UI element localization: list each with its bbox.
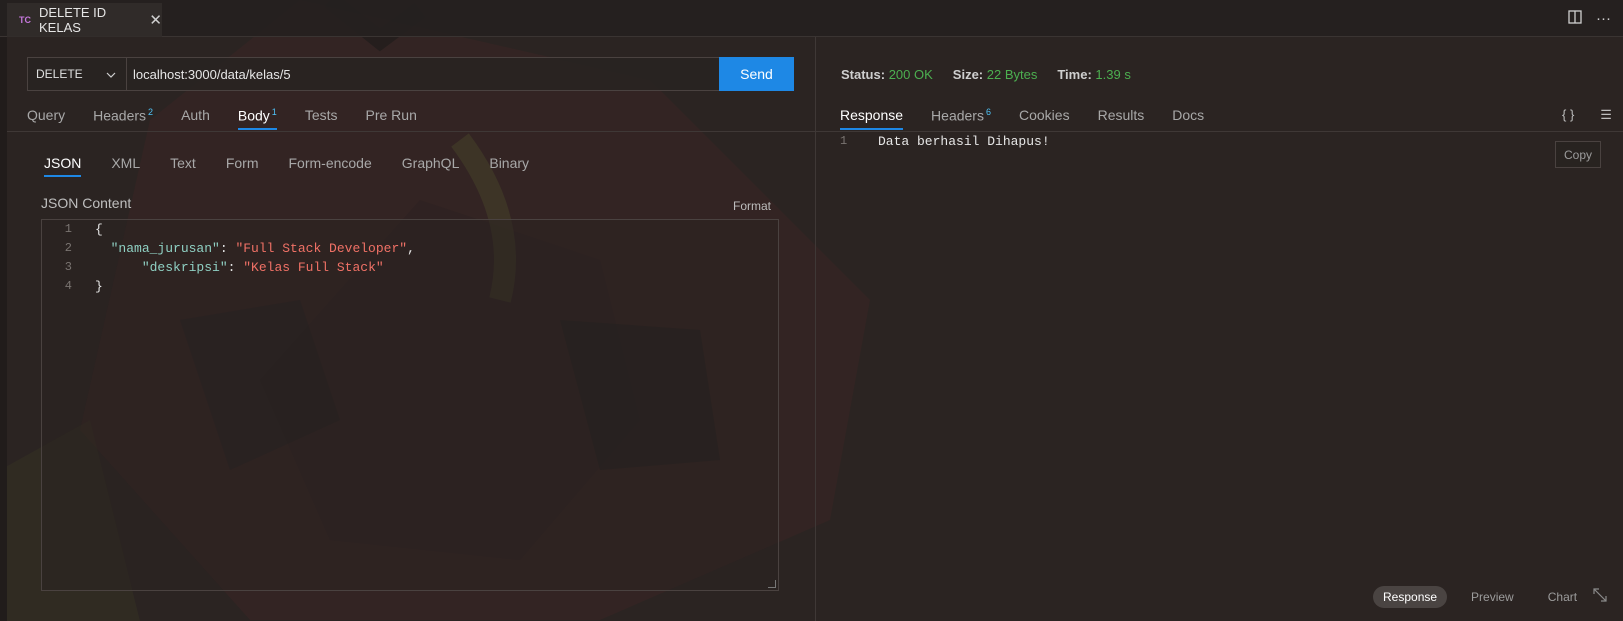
status-info: Status: 200 OK: [841, 67, 933, 82]
size-value: 22 Bytes: [986, 67, 1038, 82]
json-key: "deskripsi": [141, 260, 228, 275]
tab-binary[interactable]: Binary: [489, 155, 529, 177]
response-text: Data berhasil Dihapus!: [878, 134, 1050, 149]
line-number: 2: [64, 241, 72, 255]
tab-docs[interactable]: Docs: [1172, 107, 1204, 130]
json-key: "nama_jurusan": [110, 241, 220, 256]
close-icon[interactable]: ✕: [149, 11, 162, 29]
tab-results[interactable]: Results: [1098, 107, 1145, 130]
json-content-label: JSON Content: [41, 195, 132, 211]
braces-icon[interactable]: { }: [1562, 107, 1574, 123]
code-line: 1 {: [42, 222, 103, 241]
response-view-switch: Response Preview Chart: [1373, 586, 1601, 608]
resize-handle[interactable]: [768, 580, 776, 588]
tab-tests[interactable]: Tests: [305, 107, 338, 130]
tab-cookies[interactable]: Cookies: [1019, 107, 1070, 130]
response-body: 1 Data berhasil Dihapus!: [840, 134, 1050, 149]
split-editor-icon[interactable]: [1568, 10, 1582, 28]
view-preview-button[interactable]: Preview: [1461, 586, 1524, 608]
tab-title: DELETE ID KELAS: [39, 5, 107, 35]
divider: [7, 131, 815, 132]
format-button[interactable]: Format: [733, 199, 771, 213]
activity-strip: [0, 0, 7, 621]
time-value: 1.39 s: [1095, 67, 1131, 82]
editor-tab-bar: TC DELETE ID KELAS ✕ ···: [0, 0, 1623, 37]
response-headers-count-badge: 6: [985, 107, 991, 117]
tab-query[interactable]: Query: [27, 107, 65, 130]
json-string: "Kelas Full Stack": [243, 260, 384, 275]
tab-form[interactable]: Form: [226, 155, 259, 177]
chevron-down-icon: [106, 67, 116, 81]
tab-text[interactable]: Text: [170, 155, 196, 177]
line-number: 1: [840, 134, 848, 148]
code-line: 3 "deskripsi": "Kelas Full Stack": [42, 260, 384, 279]
tab-badge: TC: [19, 15, 31, 25]
divider: [816, 131, 1623, 132]
more-actions-icon[interactable]: ···: [1596, 10, 1611, 28]
headers-count-badge: 2: [148, 107, 154, 117]
line-number: 3: [64, 260, 72, 274]
url-input[interactable]: localhost:3000/data/kelas/5: [126, 57, 720, 91]
request-tabs: Query Headers 2 Auth Body 1 Tests Pre Run: [27, 107, 445, 130]
code-line: 4 }: [42, 279, 103, 298]
pane-splitter[interactable]: [815, 37, 816, 621]
tab-graphql[interactable]: GraphQL: [402, 155, 460, 177]
line-number: 4: [64, 279, 72, 293]
tab-pre-run[interactable]: Pre Run: [366, 107, 417, 130]
time-info: Time: 1.39 s: [1057, 67, 1131, 82]
tab-xml[interactable]: XML: [111, 155, 140, 177]
response-status-bar: Status: 200 OK Size: 22 Bytes Time: 1.39…: [841, 67, 1131, 82]
body-format-tabs: JSON XML Text Form Form-encode GraphQL B…: [44, 155, 559, 177]
tab-body[interactable]: Body 1: [237, 107, 277, 130]
view-response-button[interactable]: Response: [1373, 586, 1448, 608]
tab-headers[interactable]: Headers 2: [93, 107, 153, 130]
tab-form-encode[interactable]: Form-encode: [289, 155, 372, 177]
code-line: 2 "nama_jurusan": "Full Stack Developer"…: [42, 241, 415, 260]
method-select[interactable]: DELETE: [27, 57, 127, 91]
expand-icon[interactable]: [1593, 588, 1607, 605]
method-value: DELETE: [36, 67, 83, 81]
json-string: "Full Stack Developer": [235, 241, 408, 256]
size-info: Size: 22 Bytes: [952, 67, 1038, 82]
json-editor[interactable]: 1 { 2 "nama_jurusan": "Full Stack Develo…: [41, 219, 779, 591]
tab-response[interactable]: Response: [840, 107, 904, 130]
response-toolbar: { } ☰: [1562, 107, 1612, 123]
body-count-badge: 1: [271, 107, 277, 117]
editor-actions: ···: [1568, 10, 1611, 28]
send-button[interactable]: Send: [719, 57, 794, 91]
tab-auth[interactable]: Auth: [181, 107, 210, 130]
request-tab[interactable]: TC DELETE ID KELAS ✕: [7, 3, 162, 37]
copy-button[interactable]: Copy: [1555, 141, 1601, 168]
line-number: 1: [64, 222, 72, 236]
url-value: localhost:3000/data/kelas/5: [133, 66, 291, 82]
status-value: 200 OK: [888, 67, 933, 82]
tab-json[interactable]: JSON: [44, 155, 82, 177]
word-wrap-icon[interactable]: ☰: [1600, 107, 1612, 123]
tab-response-headers[interactable]: Headers 6: [931, 107, 991, 130]
response-tabs: Response Headers 6 Cookies Results Docs: [840, 107, 1232, 130]
view-chart-button[interactable]: Chart: [1538, 586, 1587, 608]
